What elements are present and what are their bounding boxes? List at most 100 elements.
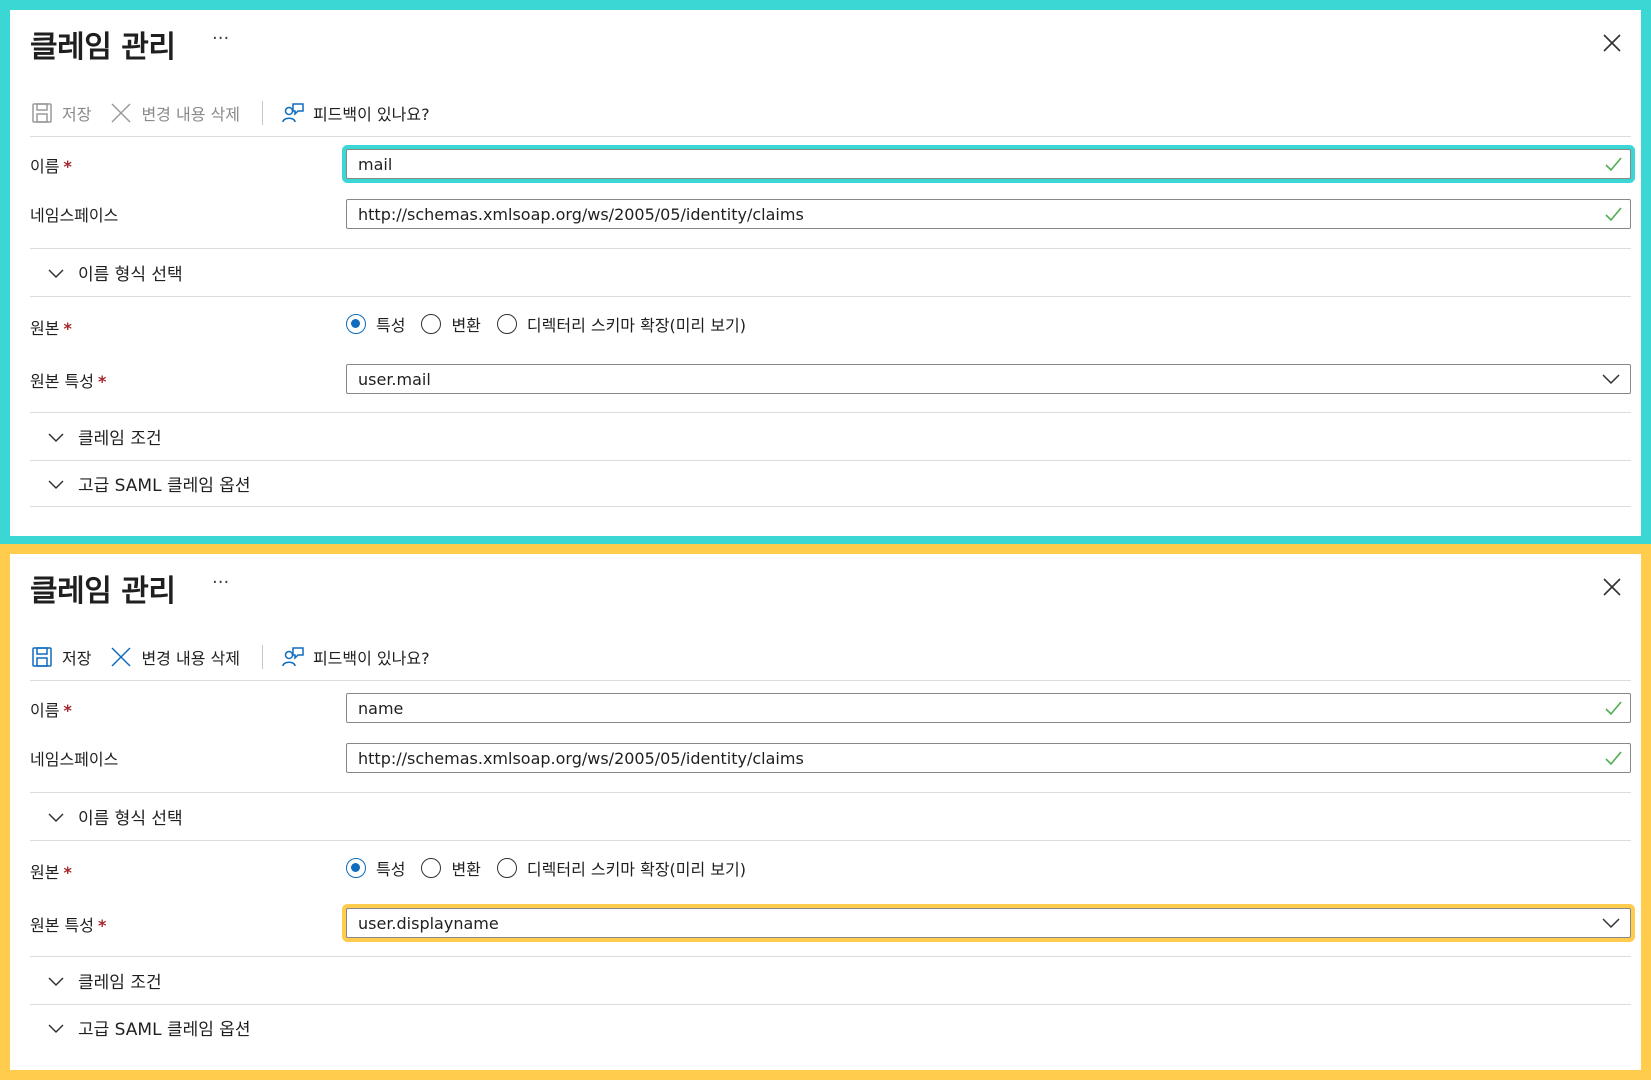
section-label: 고급 SAML 클레임 옵션 — [78, 476, 251, 496]
divider — [30, 680, 1631, 681]
discard-icon — [111, 103, 131, 123]
radio-label: 변환 — [451, 316, 481, 335]
section-label: 고급 SAML 클레임 옵션 — [78, 1020, 251, 1040]
divider — [30, 1004, 1631, 1005]
close-icon — [1603, 34, 1621, 52]
section-label: 이름 형식 선택 — [78, 809, 183, 829]
divider — [30, 792, 1631, 793]
source-option-directory-extension[interactable]: 디렉터리 스키마 확장(미리 보기) — [496, 312, 747, 336]
checkmark-icon — [1605, 751, 1622, 766]
divider — [30, 956, 1631, 957]
checkmark-icon — [1605, 157, 1622, 172]
chevron-down-icon — [48, 268, 64, 278]
source-attribute-value: user.displayname — [358, 913, 499, 933]
discard-button[interactable]: 변경 내용 삭제 — [109, 101, 240, 125]
namespace-label: 네임스페이스 — [30, 750, 119, 769]
radio-label: 디렉터리 스키마 확장(미리 보기) — [526, 316, 747, 335]
chevron-down-icon — [48, 812, 64, 822]
name-format-section-toggle[interactable]: 이름 형식 선택 — [46, 260, 183, 285]
section-label: 클레임 조건 — [78, 429, 162, 449]
claim-conditions-section-toggle[interactable]: 클레임 조건 — [46, 424, 162, 449]
claim-panel-bottom: 클레임 관리 ··· 저장 변경 내용 삭제 피드백이 있나요? 이름 * nam… — [0, 544, 1651, 1080]
radio-label: 특성 — [376, 316, 406, 335]
save-label: 저장 — [62, 105, 92, 124]
feedback-icon — [282, 647, 304, 667]
chevron-down-icon — [48, 432, 64, 442]
name-input[interactable]: name — [346, 693, 1631, 723]
namespace-input[interactable]: http://schemas.xmlsoap.org/ws/2005/05/id… — [346, 743, 1631, 773]
advanced-saml-section-toggle[interactable]: 고급 SAML 클레임 옵션 — [46, 1015, 251, 1040]
toolbar: 저장 변경 내용 삭제 피드백이 있나요? — [30, 638, 448, 676]
namespace-input[interactable]: http://schemas.xmlsoap.org/ws/2005/05/id… — [346, 199, 1631, 229]
close-icon — [1603, 578, 1621, 596]
source-attribute-dropdown[interactable]: user.displayname — [346, 908, 1631, 938]
name-input-value: mail — [358, 154, 393, 174]
namespace-input-value: http://schemas.xmlsoap.org/ws/2005/05/id… — [358, 748, 804, 768]
chevron-down-icon — [1602, 918, 1620, 929]
source-label: 원본 * — [30, 319, 72, 338]
discard-button[interactable]: 변경 내용 삭제 — [109, 645, 240, 669]
radio-icon — [421, 858, 442, 878]
claim-conditions-section-toggle[interactable]: 클레임 조건 — [46, 968, 162, 993]
feedback-icon — [282, 103, 304, 123]
section-label: 클레임 조건 — [78, 973, 162, 993]
radio-icon — [496, 314, 517, 334]
discard-label: 변경 내용 삭제 — [141, 105, 240, 124]
page-title: 클레임 관리 — [30, 30, 176, 65]
page-title: 클레임 관리 — [30, 574, 176, 609]
discard-icon — [111, 647, 131, 667]
feedback-label: 피드백이 있나요? — [312, 649, 430, 668]
source-attribute-value: user.mail — [358, 369, 431, 389]
source-option-attribute[interactable]: 특성 — [346, 856, 405, 880]
chevron-down-icon — [48, 479, 64, 489]
claim-panel-top: 클레임 관리 ··· 저장 변경 내용 삭제 피드백이 있나요? 이름 * mai… — [0, 0, 1651, 544]
chevron-down-icon — [48, 976, 64, 986]
source-option-attribute[interactable]: 특성 — [346, 312, 405, 336]
divider — [30, 248, 1631, 249]
source-option-directory-extension[interactable]: 디렉터리 스키마 확장(미리 보기) — [496, 856, 747, 880]
source-radio-group: 특성 변환 디렉터리 스키마 확장(미리 보기) — [346, 856, 762, 880]
discard-label: 변경 내용 삭제 — [141, 649, 240, 668]
chevron-down-icon — [1602, 374, 1620, 385]
save-icon — [32, 647, 52, 667]
save-button[interactable]: 저장 — [30, 101, 91, 125]
feedback-label: 피드백이 있나요? — [312, 105, 430, 124]
source-attribute-dropdown[interactable]: user.mail — [346, 364, 1631, 394]
source-option-transform[interactable]: 변환 — [421, 856, 481, 880]
name-input[interactable]: mail — [346, 149, 1631, 179]
radio-label: 디렉터리 스키마 확장(미리 보기) — [526, 860, 747, 879]
feedback-button[interactable]: 피드백이 있나요? — [281, 101, 430, 125]
toolbar: 저장 변경 내용 삭제 피드백이 있나요? — [30, 94, 448, 132]
divider — [30, 136, 1631, 137]
save-label: 저장 — [62, 649, 92, 668]
radio-icon — [421, 314, 442, 334]
radio-selected-icon — [346, 314, 366, 334]
toolbar-divider — [261, 101, 263, 125]
save-icon — [32, 103, 52, 123]
divider — [30, 296, 1631, 297]
namespace-label: 네임스페이스 — [30, 206, 119, 225]
chevron-down-icon — [48, 1023, 64, 1033]
more-options-button[interactable]: ··· — [212, 28, 229, 49]
source-label: 원본 * — [30, 863, 72, 882]
save-button[interactable]: 저장 — [30, 645, 91, 669]
source-attribute-label: 원본 특성 * — [30, 916, 107, 935]
checkmark-icon — [1605, 207, 1622, 222]
namespace-input-value: http://schemas.xmlsoap.org/ws/2005/05/id… — [358, 204, 804, 224]
source-option-transform[interactable]: 변환 — [421, 312, 481, 336]
radio-label: 변환 — [451, 860, 481, 879]
radio-selected-icon — [346, 858, 366, 878]
name-label: 이름 * — [30, 157, 72, 176]
advanced-saml-section-toggle[interactable]: 고급 SAML 클레임 옵션 — [46, 471, 251, 496]
name-label: 이름 * — [30, 701, 72, 720]
close-button[interactable] — [1601, 576, 1623, 598]
section-label: 이름 형식 선택 — [78, 265, 183, 285]
name-format-section-toggle[interactable]: 이름 형식 선택 — [46, 804, 183, 829]
divider — [30, 506, 1631, 507]
more-options-button[interactable]: ··· — [212, 572, 229, 593]
source-radio-group: 특성 변환 디렉터리 스키마 확장(미리 보기) — [346, 312, 762, 336]
name-input-value: name — [358, 698, 404, 718]
close-button[interactable] — [1601, 32, 1623, 54]
radio-label: 특성 — [376, 860, 406, 879]
feedback-button[interactable]: 피드백이 있나요? — [281, 645, 430, 669]
